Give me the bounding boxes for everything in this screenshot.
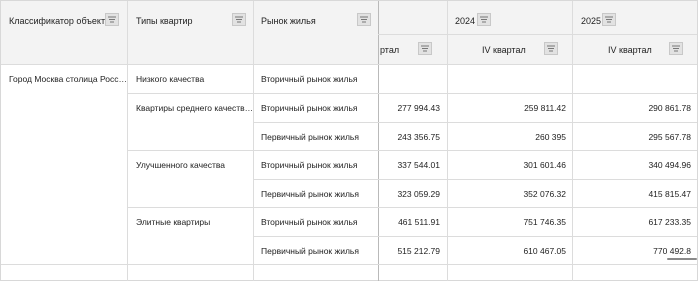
header-year-2025: 2025 [581,16,602,26]
market-label: Вторичный рынок жилья [261,160,358,170]
value-cell: 770 492.8 [653,246,691,256]
col-divider [253,1,254,281]
header-housing-market: Рынок жилья [261,16,316,26]
apartment-type-label: Элитные квартиры [136,217,211,227]
value-cell: 259 811.42 [524,103,566,113]
market-label: Первичный рынок жилья [261,189,359,199]
row-divider [253,93,697,94]
row-divider [127,93,253,94]
value-cell: 295 567.78 [648,132,691,142]
header-quarter-partial: ртал [380,45,400,55]
apartment-type-label: Низкого качества [136,74,205,84]
value-cell: 515 212.79 [397,246,440,256]
header-year-2024: 2024 [455,16,476,26]
row-divider [253,122,697,123]
header-divider [378,34,697,35]
value-cell: 610 467.05 [523,246,566,256]
header-divider [1,64,697,65]
header-background [1,1,697,64]
col-divider [572,1,573,281]
row-divider [127,207,697,208]
table-bottom [1,264,697,265]
market-label: Первичный рынок жилья [261,132,359,142]
row-divider [127,150,697,151]
value-cell: 340 494.96 [648,160,691,170]
horizontal-scrollbar[interactable] [667,258,697,260]
value-cell: 323 059.29 [397,189,440,199]
row-divider [253,236,697,237]
market-label: Вторичный рынок жилья [261,217,358,227]
market-label: Первичный рынок жилья [261,246,359,256]
value-cell: 301 601.46 [523,160,566,170]
filter-icon[interactable] [669,42,683,55]
filter-icon[interactable] [232,13,246,26]
filter-icon[interactable] [357,13,371,26]
col-divider [447,1,448,281]
filter-icon[interactable] [477,13,491,26]
col-divider [378,1,379,281]
filter-icon[interactable] [105,13,119,26]
filter-icon[interactable] [418,42,432,55]
market-label: Вторичный рынок жилья [261,103,358,113]
market-label: Вторичный рынок жилья [261,74,358,84]
header-apartment-types: Типы квартир [136,16,193,26]
value-cell: 337 544.01 [397,160,440,170]
value-cell: 277 994.43 [397,103,440,113]
filter-icon[interactable] [544,42,558,55]
apartment-type-label: Улучшенного качества [136,160,226,170]
header-classifier: Классификатор объект… [9,16,115,26]
header-quarter-2024: IV квартал [482,45,526,55]
header-quarter-2025: IV квартал [608,45,652,55]
value-cell: 243 356.75 [397,132,440,142]
apartment-type-label: Квартиры среднего качеств… [136,103,254,113]
region-label: Город Москва столица Росс… [9,74,128,84]
value-cell: 461 511.91 [398,217,440,227]
value-cell: 290 861.78 [648,103,691,113]
value-cell: 415 815.47 [648,189,691,199]
filter-icon[interactable] [602,13,616,26]
value-cell: 352 076.32 [523,189,566,199]
value-cell: 751 746.35 [523,217,566,227]
row-divider [253,179,697,180]
col-divider [127,1,128,281]
value-cell: 617 233.35 [648,217,691,227]
value-cell: 260 395 [535,132,566,142]
